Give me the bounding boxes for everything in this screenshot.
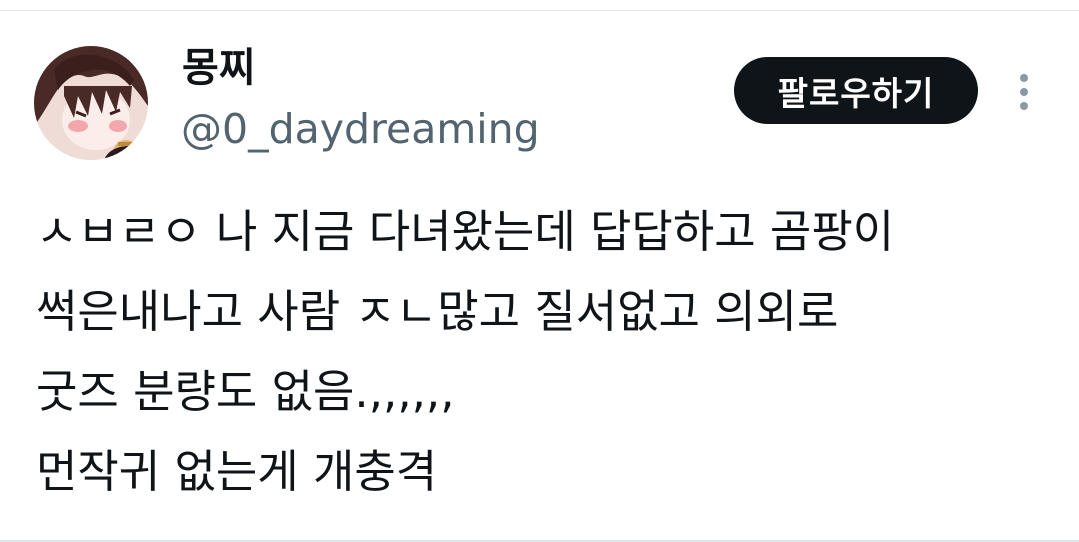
user-handle[interactable]: @0_daydreaming bbox=[181, 102, 540, 156]
more-dot bbox=[1020, 102, 1028, 110]
avatar[interactable] bbox=[34, 46, 148, 160]
more-dot bbox=[1020, 74, 1028, 82]
tweet-text: ㅅㅂㄹㅇ 나 지금 다녀왔는데 답답하고 곰팡이 썩은내나고 사람 ㅈㄴ많고 질… bbox=[36, 192, 1046, 512]
avatar-image bbox=[34, 46, 148, 160]
display-name[interactable]: 몽찌 bbox=[182, 42, 256, 94]
tweet-line: 썩은내나고 사람 ㅈㄴ많고 질서없고 의외로 bbox=[36, 285, 839, 338]
more-vertical-icon[interactable] bbox=[1004, 70, 1044, 114]
more-dot bbox=[1020, 88, 1028, 96]
tweet-line: 굿즈 분량도 없음.,,,,,, bbox=[36, 365, 455, 418]
follow-button[interactable]: 팔로우하기 bbox=[734, 57, 978, 124]
tweet-line: ㅅㅂㄹㅇ 나 지금 다녀왔는데 답답하고 곰팡이 bbox=[36, 205, 895, 258]
tweet-line: 먼작귀 없는게 개충격 bbox=[36, 445, 438, 498]
top-divider bbox=[0, 10, 1079, 11]
